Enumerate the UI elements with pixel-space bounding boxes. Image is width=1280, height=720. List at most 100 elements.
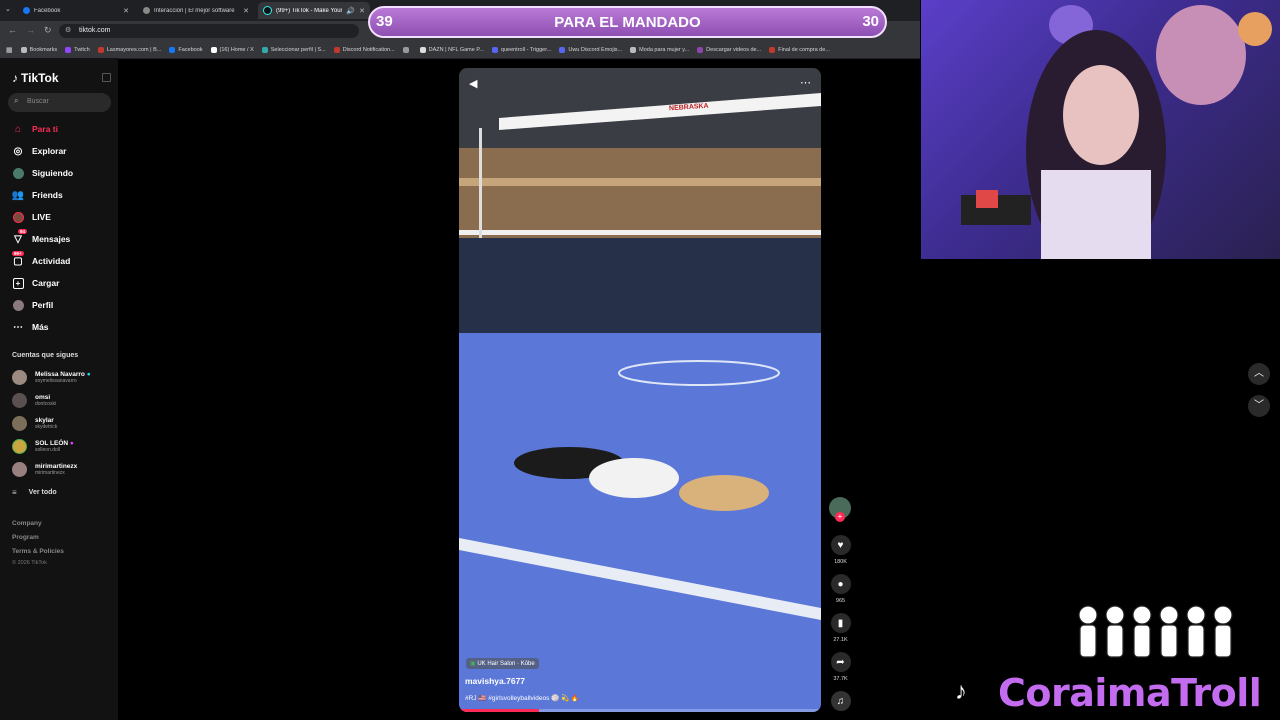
close-tab-icon[interactable]: ✕ — [359, 7, 365, 15]
live-icon — [12, 211, 24, 223]
site-info-icon[interactable]: ⚙ — [65, 24, 71, 38]
bookmark-item[interactable]: Descargar videos de... — [697, 46, 761, 53]
avatar — [12, 439, 27, 454]
browser-tab-facebook[interactable]: Facebook ✕ — [18, 2, 134, 19]
speaker-icon[interactable]: 🔊 — [346, 7, 355, 15]
browser-tab-interaccion[interactable]: Interacción | El mejor software ✕ — [138, 2, 254, 19]
footer-terms[interactable]: Terms & Policies — [12, 548, 64, 555]
bookmark-item[interactable]: (16) Home / X — [210, 46, 254, 53]
bookmark-item[interactable]: Facebook — [169, 46, 203, 53]
next-video-button[interactable]: ﹀ — [1248, 395, 1270, 417]
nav-perfil[interactable]: Perfil — [12, 299, 53, 311]
creator-avatar[interactable]: + — [829, 497, 851, 522]
nav-actividad[interactable]: ▢ 99+ Actividad — [12, 251, 70, 267]
account-item[interactable]: omsi dontcoski — [12, 393, 56, 408]
heart-icon[interactable]: ♥ — [830, 535, 851, 555]
bookmark-item[interactable]: Lasmayores.com | B... — [97, 46, 161, 53]
bookmark-item[interactable]: Moda para mujer y... — [630, 46, 689, 53]
nav-mas[interactable]: ⋯ Más — [12, 321, 49, 333]
bookmark-item[interactable]: Discord Notification... — [333, 46, 395, 53]
avatar — [12, 393, 27, 408]
video-caption: #RJ 🇺🇸 #girlsvolleyballvideos 🏐 💫 🔥 — [465, 695, 580, 702]
tiktok-logo[interactable]: ♪ TikTok — [12, 71, 59, 85]
bookmark-item[interactable] — [402, 46, 412, 53]
video-frame — [459, 68, 821, 712]
tab-label: Facebook — [34, 7, 61, 14]
footer-program[interactable]: Program — [12, 534, 39, 541]
music-disc[interactable]: ♫ — [827, 691, 854, 715]
close-tab-icon[interactable]: ✕ — [243, 7, 249, 15]
footer-copyright: © 2026 TikTok — [12, 560, 47, 566]
collapse-sidebar-icon[interactable] — [102, 73, 111, 82]
bookmark-item[interactable]: Final de compra de... — [769, 46, 830, 53]
tab-menu-button[interactable]: ⌄ — [5, 5, 11, 13]
nav-para-ti[interactable]: ⌂ Para ti — [12, 123, 58, 135]
home-icon: ⌂ — [14, 123, 22, 135]
streamer-brand-name: CoraimaTroll — [998, 671, 1262, 715]
messages-icon: ▽ 94 — [14, 229, 28, 245]
bookmark-item[interactable]: queentroll - Trigger... — [491, 46, 551, 53]
video-player[interactable]: NEBRASKA ◀ ⋯ ▣ UK Hair Salon · Kōbe mavi… — [459, 68, 821, 712]
sponsor-tag[interactable]: ▣ UK Hair Salon · Kōbe — [466, 658, 539, 669]
comment-action[interactable]: ● 965 — [827, 574, 854, 604]
back-icon[interactable]: ← — [8, 25, 17, 35]
avatar — [12, 416, 27, 431]
right-count: 30 — [862, 13, 879, 30]
nav-cargar[interactable]: + Cargar — [12, 277, 59, 289]
verified-icon: ● — [86, 371, 91, 378]
like-action[interactable]: ♥ 180K — [827, 535, 854, 565]
overlay-counter-bar: 39 PARA EL MANDADO 30 — [368, 6, 887, 38]
avatar — [12, 462, 27, 477]
upload-icon: + — [12, 277, 24, 289]
location-icon: ▣ — [470, 661, 476, 667]
more-options-icon[interactable]: ⋯ — [800, 76, 811, 89]
close-tab-icon[interactable]: ✕ — [123, 7, 129, 15]
account-item[interactable]: mirimartinezx mirimartinezx — [12, 462, 77, 477]
nav-mensajes[interactable]: ▽ 94 Mensajes — [12, 229, 70, 245]
video-username[interactable]: mavishya.7677 — [465, 676, 525, 686]
bookmark-item[interactable]: Uwu Discord Emojis... — [559, 46, 622, 53]
nav-siguiendo[interactable]: Siguiendo — [12, 167, 73, 179]
video-progress-track[interactable] — [459, 709, 821, 712]
bookmark-item[interactable]: Bookmarks — [20, 46, 57, 53]
account-item[interactable]: skylar skydetrick — [12, 416, 57, 431]
follow-plus-icon[interactable]: + — [835, 512, 845, 522]
share-icon[interactable]: ➦ — [830, 652, 851, 672]
previous-video-button[interactable]: ︿ — [1248, 363, 1270, 385]
apps-icon[interactable]: ▦ — [6, 46, 13, 54]
save-action[interactable]: ▮ 27.1K — [827, 613, 854, 643]
browser-tab-tiktok[interactable]: (99+) TikTok - Make Your D 🔊 ✕ — [258, 2, 370, 19]
site-icon — [97, 46, 104, 53]
streamer-webcam — [921, 0, 1280, 259]
site-icon — [769, 46, 776, 53]
tab-label: (99+) TikTok - Make Your D — [276, 7, 343, 14]
verified-icon: ● — [69, 440, 74, 447]
facebook-icon — [169, 46, 176, 53]
account-item[interactable]: Melissa Navarro ● soymelissanavarro — [12, 370, 91, 385]
account-item[interactable]: SOL LEÓN ● solleon.doll — [12, 439, 74, 454]
reload-icon[interactable]: ↻ — [44, 25, 52, 36]
site-icon — [491, 46, 498, 53]
nav-live[interactable]: LIVE — [12, 211, 51, 223]
bookmark-item[interactable]: DAZN | NFL Game P... — [419, 46, 484, 53]
avatar — [12, 370, 27, 385]
bookmark-item[interactable]: Seleccionar perfil | S... — [261, 46, 326, 53]
tiktok-sidebar: ♪ TikTok ⌕ Buscar ⌂ Para ti ◎ Explorar S… — [0, 58, 118, 720]
see-all-link[interactable]: ≡ Ver todo — [12, 488, 57, 497]
nav-explorar[interactable]: ◎ Explorar — [12, 145, 67, 157]
music-disc-icon[interactable]: ♫ — [830, 691, 851, 711]
site-icon — [697, 46, 704, 53]
volume-icon[interactable]: ◀ — [469, 77, 477, 90]
forward-icon[interactable]: → — [26, 25, 35, 35]
search-input[interactable]: ⌕ Buscar — [8, 93, 111, 112]
bookmark-icon[interactable]: ▮ — [830, 613, 851, 633]
following-icon — [12, 167, 24, 179]
comment-icon[interactable]: ● — [830, 574, 851, 594]
share-action[interactable]: ➦ 37.7K — [827, 652, 854, 682]
url-field[interactable]: ⚙ tiktok.com — [59, 24, 359, 38]
bookmark-item[interactable]: Twitch — [65, 46, 90, 53]
footer-company[interactable]: Company — [12, 520, 42, 527]
globe-icon — [402, 46, 409, 53]
webcam-scene — [961, 5, 1246, 259]
nav-friends[interactable]: 👥 Friends — [12, 189, 63, 201]
